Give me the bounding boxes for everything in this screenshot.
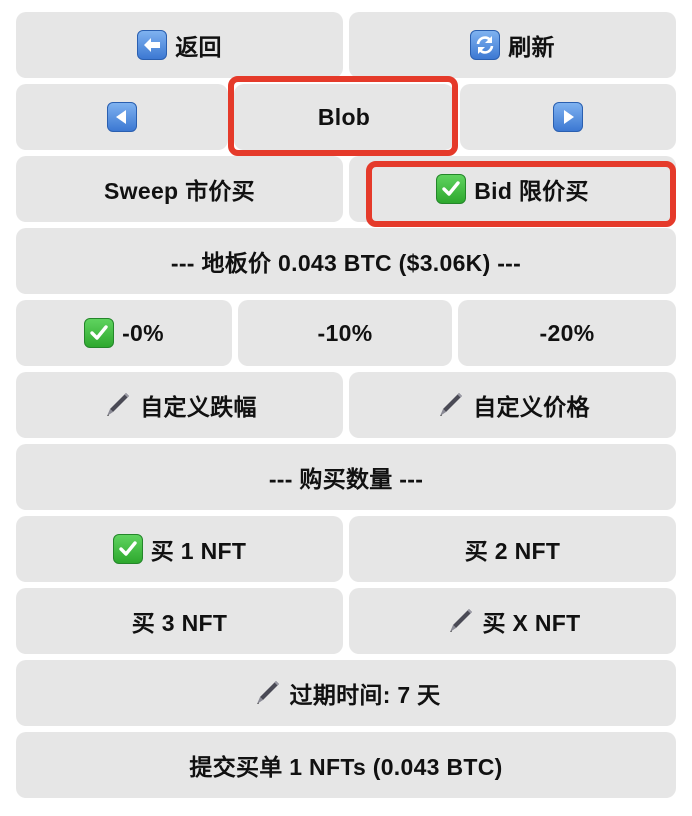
discount-20-button[interactable]: -20% (458, 300, 676, 366)
discount-0-label: -0% (122, 319, 164, 346)
buy-3-button[interactable]: 买 3 NFT (16, 588, 343, 654)
bid-button-label: Bid 限价买 (474, 178, 589, 204)
submit-order-label: 提交买单 1 NFTs (0.043 BTC) (189, 754, 503, 780)
pen-icon (102, 390, 132, 420)
sweep-button-label: Sweep 市价买 (104, 178, 255, 204)
buy-2-label: 买 2 NFT (464, 538, 561, 564)
floor-price-button[interactable]: --- 地板价 0.043 BTC ($3.06K) --- (16, 228, 676, 294)
prev-collection-button[interactable] (16, 84, 228, 150)
custom-price-button[interactable]: 自定义价格 (349, 372, 676, 438)
buy-x-button[interactable]: 买 X NFT (349, 588, 676, 654)
current-collection-button[interactable]: Blob (234, 84, 454, 150)
expiry-button[interactable]: 过期时间: 7 天 (16, 660, 676, 726)
custom-drop-label: 自定义跌幅 (140, 394, 257, 420)
buy-2-button[interactable]: 买 2 NFT (349, 516, 676, 582)
pen-icon (435, 390, 465, 420)
quantity-header-label: --- 购买数量 --- (268, 466, 424, 492)
custom-price-label: 自定义价格 (473, 394, 590, 420)
buy-1-label: 买 1 NFT (150, 538, 247, 564)
right-triangle-icon (553, 102, 583, 132)
discount-10-label: -10% (317, 319, 373, 346)
check-mark-icon (436, 174, 467, 204)
current-collection-label: Blob (317, 103, 371, 130)
discount-20-label: -20% (539, 319, 595, 346)
pen-icon (252, 678, 282, 708)
buy-3-label: 买 3 NFT (131, 610, 228, 636)
buy-1-button[interactable]: 买 1 NFT (16, 516, 343, 582)
bid-limit-buy-button[interactable]: Bid 限价买 (349, 156, 676, 222)
buy-x-label: 买 X NFT (482, 610, 581, 636)
discount-10-button[interactable]: -10% (238, 300, 452, 366)
refresh-icon (470, 30, 501, 60)
back-button-label: 返回 (175, 34, 222, 60)
check-mark-icon (84, 318, 115, 348)
refresh-button-label: 刷新 (508, 34, 555, 60)
custom-drop-button[interactable]: 自定义跌幅 (16, 372, 343, 438)
pen-icon (445, 606, 475, 636)
discount-0-button[interactable]: -0% (16, 300, 232, 366)
floor-price-label: --- 地板价 0.043 BTC ($3.06K) --- (170, 250, 522, 276)
refresh-button[interactable]: 刷新 (349, 12, 676, 78)
quantity-header-button[interactable]: --- 购买数量 --- (16, 444, 676, 510)
back-button[interactable]: 返回 (16, 12, 343, 78)
check-mark-icon (112, 534, 143, 564)
sweep-market-buy-button[interactable]: Sweep 市价买 (16, 156, 343, 222)
left-triangle-icon (107, 102, 137, 132)
inline-keyboard: 返回 刷新 Blob Sweep 市价买 Bid 限价买 --- 地板价 0.0… (0, 0, 692, 816)
submit-order-button[interactable]: 提交买单 1 NFTs (0.043 BTC) (16, 732, 676, 798)
expiry-label: 过期时间: 7 天 (289, 682, 441, 708)
left-arrow-icon (137, 30, 168, 60)
next-collection-button[interactable] (460, 84, 676, 150)
